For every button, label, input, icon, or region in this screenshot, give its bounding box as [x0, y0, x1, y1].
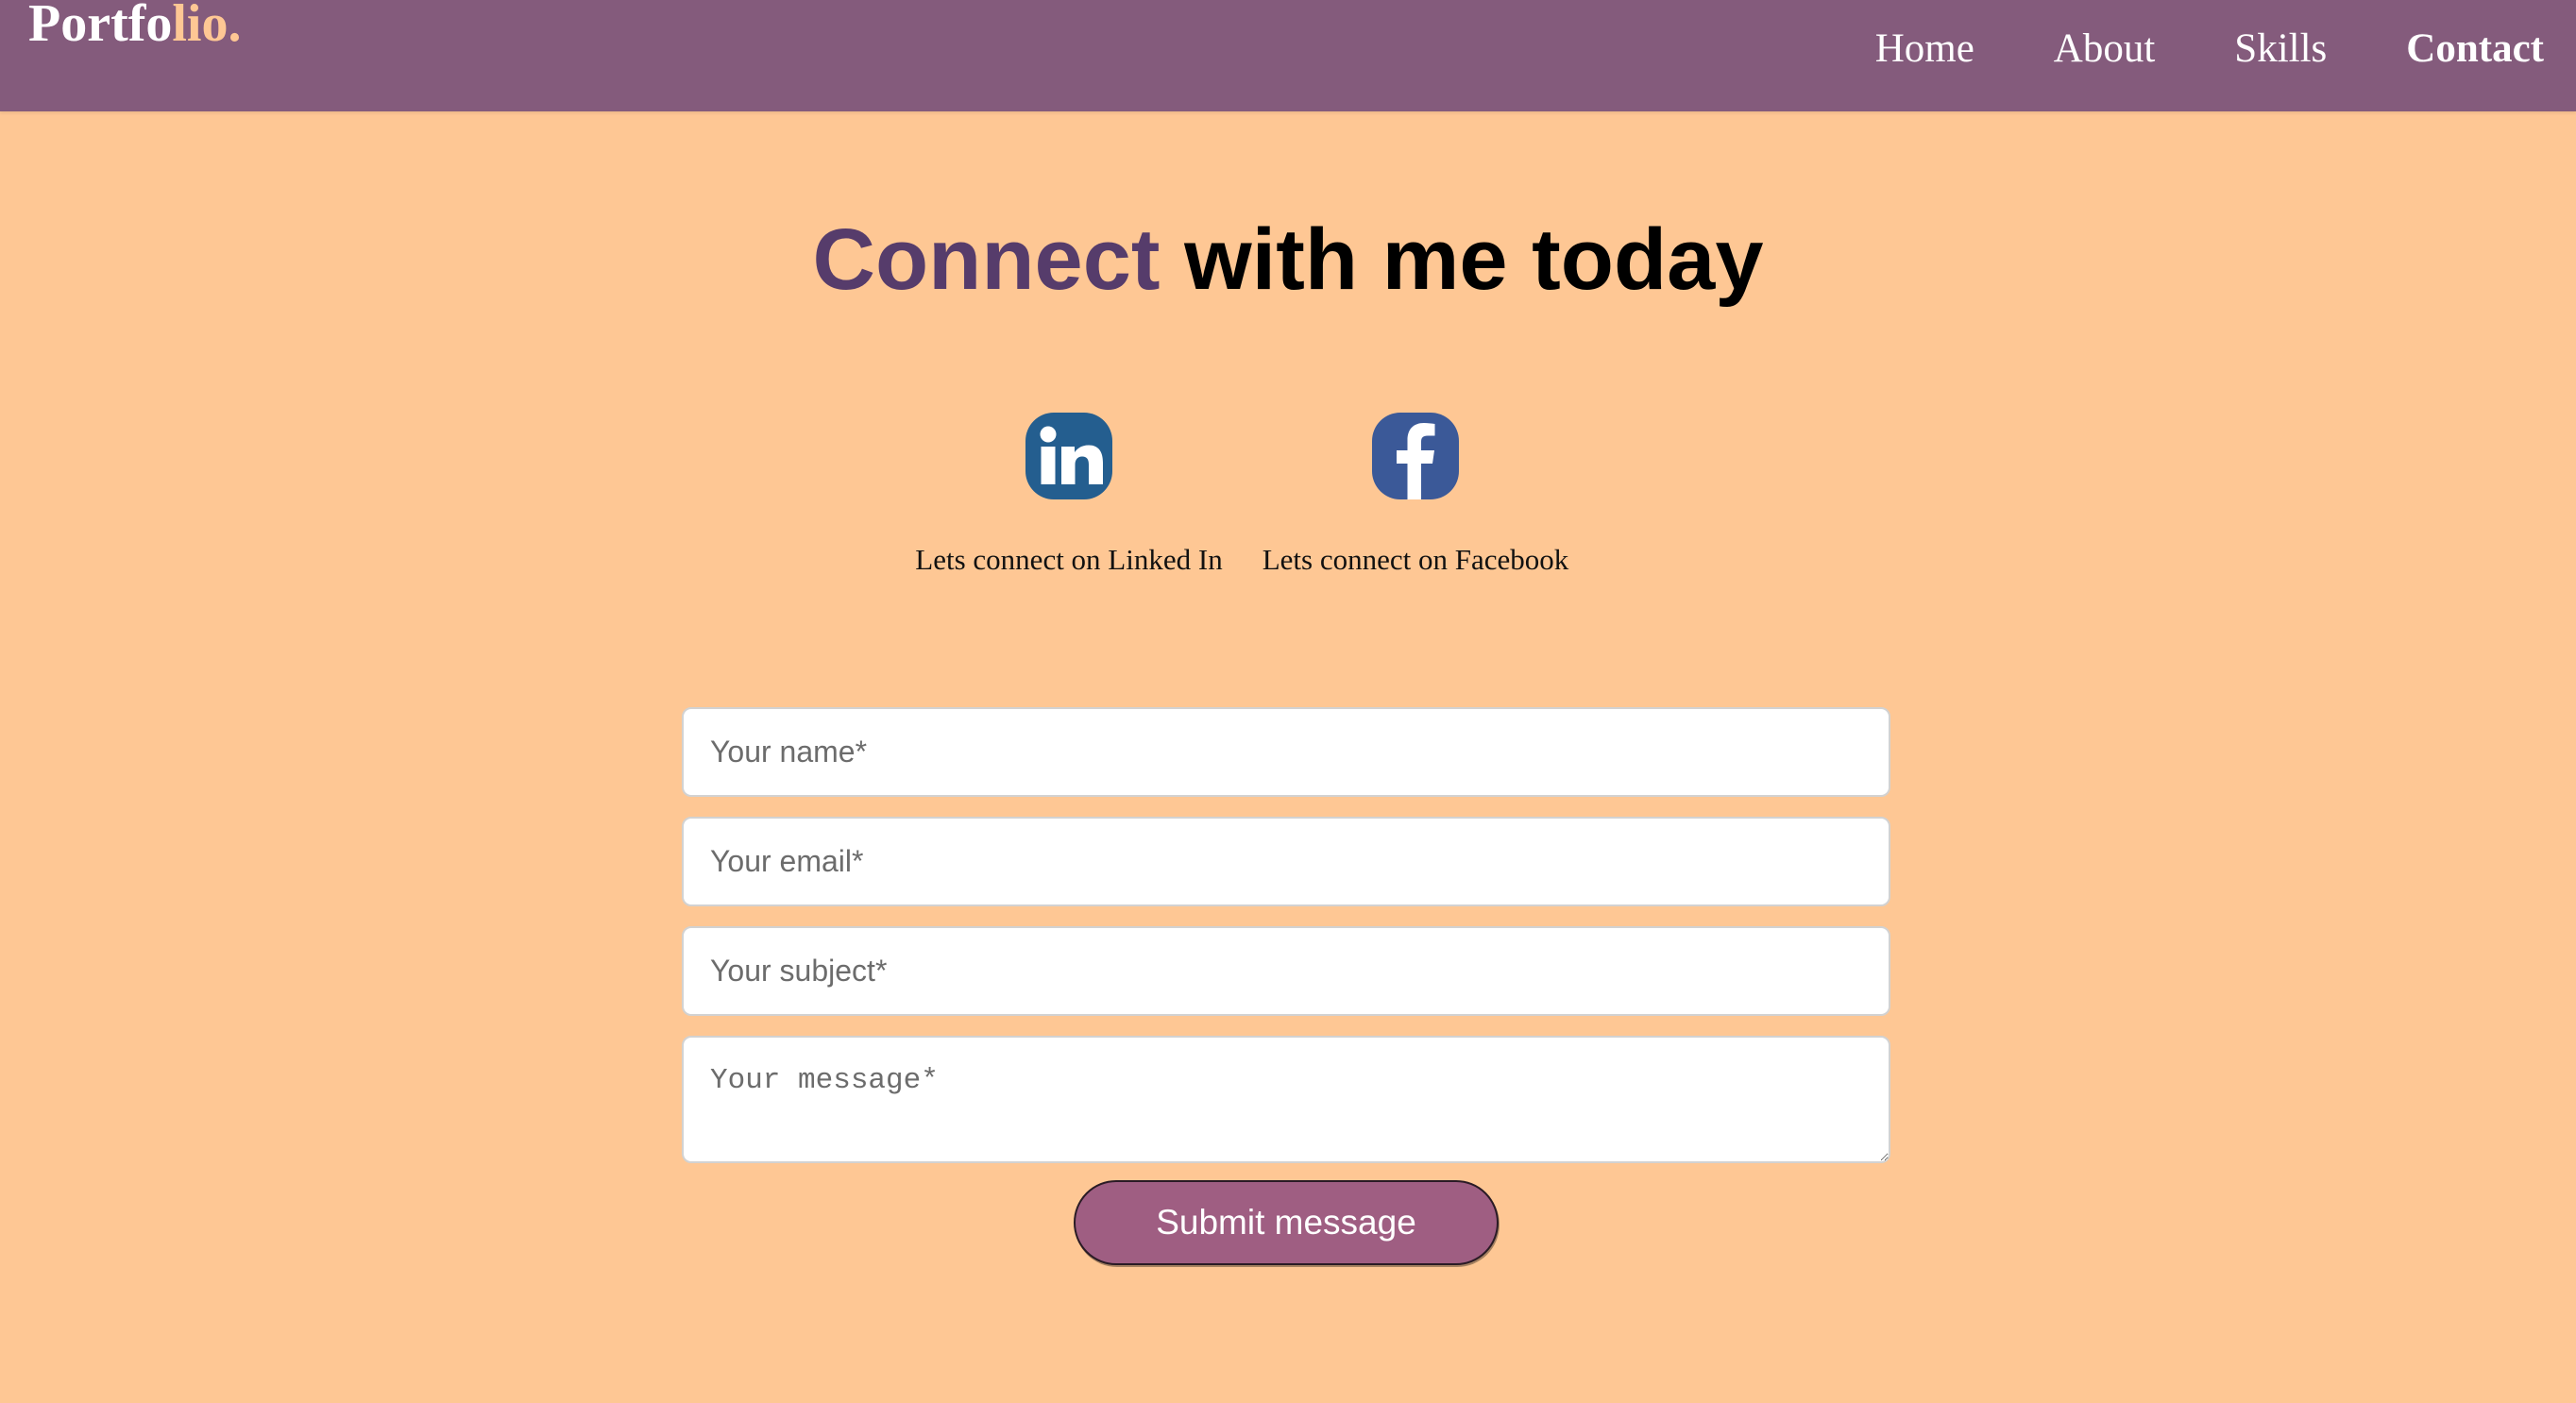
- submit-message-button[interactable]: Submit message: [1074, 1180, 1499, 1265]
- facebook-link[interactable]: Lets connect on Facebook: [1236, 413, 1595, 578]
- name-input[interactable]: [682, 707, 1890, 797]
- linkedin-link[interactable]: Lets connect on Linked In: [890, 413, 1248, 578]
- linkedin-icon: [1025, 413, 1112, 499]
- brand-logo[interactable]: Portfolio.: [28, 0, 241, 53]
- facebook-caption: Lets connect on Facebook: [1262, 543, 1569, 576]
- page-title: Connect with me today: [0, 208, 2576, 312]
- email-input[interactable]: [682, 817, 1890, 906]
- main-nav: Home About Skills Contact: [1875, 25, 2544, 74]
- brand-text-accent: lio.: [172, 0, 242, 53]
- nav-link-contact[interactable]: Contact: [2406, 25, 2544, 74]
- nav-link-home[interactable]: Home: [1875, 25, 1974, 74]
- contact-form: Submit message: [682, 707, 1890, 1265]
- page-title-rest: with me today: [1160, 211, 1764, 308]
- message-textarea[interactable]: [682, 1036, 1890, 1163]
- subject-input[interactable]: [682, 926, 1890, 1016]
- linkedin-caption: Lets connect on Linked In: [915, 543, 1223, 576]
- nav-link-about[interactable]: About: [2054, 25, 2156, 74]
- page-title-highlight: Connect: [812, 211, 1161, 308]
- nav-link-skills[interactable]: Skills: [2234, 25, 2327, 74]
- brand-text: Portfo: [28, 0, 173, 53]
- top-navbar: Portfolio. Home About Skills Contact: [0, 0, 2576, 111]
- facebook-icon: [1372, 413, 1459, 499]
